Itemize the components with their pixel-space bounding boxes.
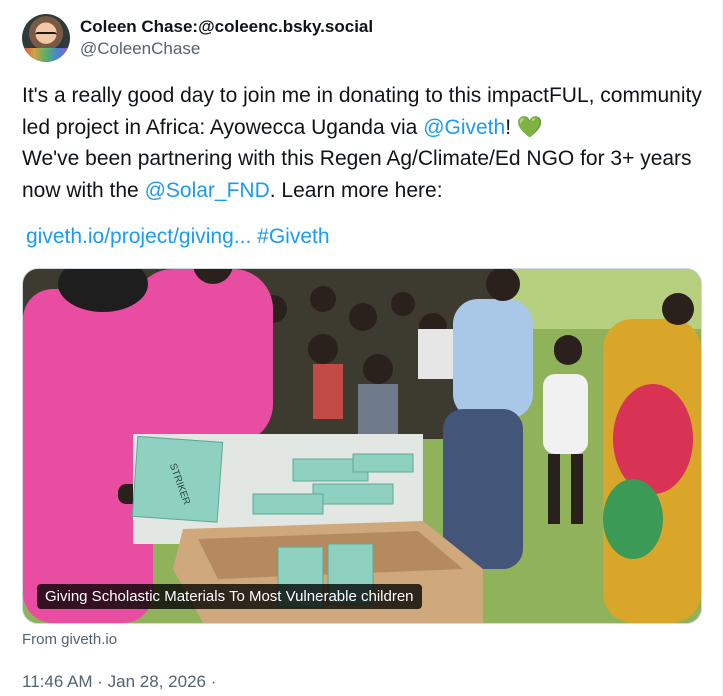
link-preview-card[interactable]: STRIKER Giving Scholastic Materials To M… [22,268,702,624]
mention-giveth-link[interactable]: @Giveth [423,116,505,139]
hashtag-link[interactable]: #Giveth [257,225,329,248]
green-heart-icon: 💚 [516,115,544,139]
card-caption: Giving Scholastic Materials To Most Vuln… [37,584,422,609]
link-line: giveth.io/project/giving... #Giveth [26,225,330,249]
glasses-detail [35,32,57,40]
photo-illustration: STRIKER [23,269,701,623]
tweet-text-part: It's a really good day to join me in don… [22,84,702,139]
avatar-stripe [22,48,70,62]
avatar[interactable] [22,14,70,62]
card-source[interactable]: From giveth.io [22,631,117,648]
tweet-header: Coleen Chase:@coleenc.bsky.social @Colee… [22,14,373,62]
card-photo: STRIKER [23,269,701,623]
tweet-text-part: . Learn more here: [269,178,443,202]
tweet-text: It's a really good day to join me in don… [22,80,702,206]
author-handle[interactable]: @ColeenChase [80,38,373,60]
tweet-text-part: ! [505,115,517,139]
mention-solar-link[interactable]: @Solar_FND [145,179,270,202]
author-display-name[interactable]: Coleen Chase:@coleenc.bsky.social [80,16,373,38]
project-link[interactable]: giveth.io/project/giving... [26,225,251,248]
tweet-timestamp[interactable]: 11:46 AM · Jan 28, 2026 · [22,672,216,692]
author-names: Coleen Chase:@coleenc.bsky.social @Colee… [80,16,373,60]
